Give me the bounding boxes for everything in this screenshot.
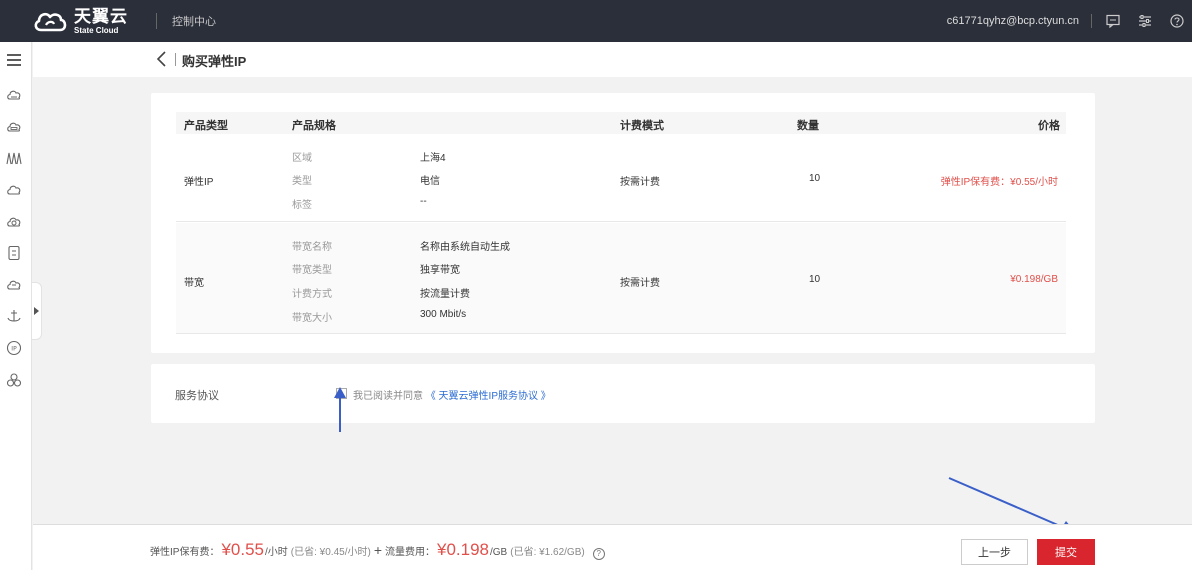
- fee-summary: 弹性IP保有费： ¥0.55 /小时 (已省: ¥0.45/小时) + 流量费用…: [150, 540, 605, 560]
- spec-key: 标签: [292, 200, 312, 211]
- spec-value: --: [420, 196, 427, 207]
- table-row: 弹性IP 区域 上海4 类型 电信 标签 -- 按需计费 10 弹性IP保有费：…: [176, 134, 1066, 222]
- spec-key: 带宽大小: [292, 313, 332, 324]
- col-product-type: 产品类型: [184, 120, 228, 132]
- spec-value: 电信: [420, 176, 440, 187]
- table-header: 产品类型 产品规格 计费模式 数量 价格: [176, 112, 1066, 134]
- spec-key: 区域: [292, 153, 312, 164]
- agreement-link[interactable]: 《 天翼云弹性IP服务协议 》: [426, 391, 551, 402]
- agreement-statement: 我已阅读并同意: [353, 391, 423, 402]
- sidebar-collapse-handle[interactable]: [32, 282, 42, 340]
- product-type: 弹性IP: [184, 177, 214, 188]
- page-header: 购买弹性IP: [33, 42, 1192, 77]
- col-price: 价格: [1038, 120, 1060, 132]
- cloud-service-icon[interactable]: [6, 277, 22, 293]
- ip-fee-value: ¥0.55: [221, 540, 264, 559]
- chevron-right-icon: [34, 307, 39, 315]
- spec-key: 带宽名称: [292, 242, 332, 253]
- agreement-text: 我已阅读并同意 《 天翼云弹性IP服务协议 》: [353, 387, 551, 402]
- left-sidebar: IP: [0, 42, 32, 570]
- user-account[interactable]: c61771qyhz@bcp.ctyun.cn: [947, 15, 1079, 27]
- submit-button[interactable]: 提交: [1037, 539, 1095, 565]
- spec-value: 按流量计费: [420, 289, 470, 300]
- cloud-logo-icon: [34, 12, 67, 32]
- anchor-icon[interactable]: [6, 309, 22, 325]
- traffic-fee-unit: /GB: [490, 547, 508, 558]
- console-link[interactable]: 控制中心: [172, 13, 216, 29]
- cloud-upload-icon[interactable]: [6, 214, 22, 230]
- spec-key: 计费方式: [292, 289, 332, 300]
- checkout-bar: 弹性IP保有费： ¥0.55 /小时 (已省: ¥0.45/小时) + 流量费用…: [33, 524, 1192, 570]
- traffic-fee-value: ¥0.198: [437, 540, 489, 559]
- cluster-icon[interactable]: [6, 372, 22, 388]
- help-icon[interactable]: [1168, 12, 1186, 30]
- quantity: 10: [809, 173, 821, 184]
- service-agreement-card: 服务协议 我已阅读并同意 《 天翼云弹性IP服务协议 》: [151, 364, 1095, 423]
- back-arrow-icon[interactable]: [155, 50, 169, 68]
- quantity: 10: [809, 274, 821, 285]
- agreement-label: 服务协议: [175, 390, 219, 402]
- billing-mode: 按需计费: [620, 177, 660, 188]
- billing-mode: 按需计费: [620, 278, 660, 289]
- page-title: 购买弹性IP: [182, 54, 247, 69]
- topbar-separator: [1091, 14, 1092, 28]
- svg-text:IP: IP: [11, 346, 17, 353]
- traffic-fee-saved: (已省: ¥1.62/GB): [510, 547, 585, 558]
- header-separator: [175, 53, 176, 66]
- storage-icon[interactable]: [6, 245, 22, 261]
- spec-key: 类型: [292, 176, 312, 187]
- spec-value: 独享带宽: [420, 265, 460, 276]
- logo-subtitle: State Cloud: [74, 25, 119, 35]
- ip-fee-unit: /小时: [265, 547, 288, 558]
- previous-step-button[interactable]: 上一步: [961, 539, 1028, 565]
- spec-value: 名称由系统自动生成: [420, 242, 510, 253]
- network-icon[interactable]: [6, 150, 22, 166]
- cloud-disk-icon[interactable]: [6, 119, 22, 135]
- ip-icon[interactable]: IP: [6, 340, 22, 356]
- top-navigation-bar: 天翼云 State Cloud 控制中心 c61771qyhz@bcp.ctyu…: [0, 0, 1192, 42]
- col-quantity: 数量: [797, 120, 819, 132]
- ip-fee-saved: (已省: ¥0.45/小时): [290, 547, 371, 558]
- spec-value: 上海4: [420, 153, 446, 164]
- annotation-arrow-up: [334, 387, 346, 432]
- price: 弹性IP保有费：¥0.55/小时: [940, 177, 1058, 188]
- ctyun-logo[interactable]: 天翼云 State Cloud: [32, 0, 128, 42]
- price: ¥0.198/GB: [1010, 274, 1058, 285]
- settings-icon[interactable]: [1136, 12, 1154, 30]
- order-details-card: 产品类型 产品规格 计费模式 数量 价格 弹性IP 区域 上海4 类型 电信 标…: [151, 93, 1095, 353]
- traffic-fee-label: 流量费用：: [385, 547, 435, 558]
- topbar-divider: [156, 13, 157, 29]
- menu-icon[interactable]: [6, 52, 22, 68]
- spec-value: 300 Mbit/s: [420, 309, 467, 320]
- col-product-spec: 产品规格: [292, 120, 336, 132]
- col-billing-mode: 计费模式: [620, 120, 664, 132]
- ip-fee-label: 弹性IP保有费：: [150, 547, 220, 558]
- fee-help-icon[interactable]: ?: [592, 548, 605, 560]
- plus-sign: +: [373, 542, 382, 558]
- cloud-icon[interactable]: [6, 182, 22, 198]
- spec-key: 带宽类型: [292, 265, 332, 276]
- message-icon[interactable]: [1104, 12, 1122, 30]
- product-type: 带宽: [184, 278, 204, 289]
- table-row: 带宽 带宽名称 名称由系统自动生成 带宽类型 独享带宽 计费方式 按流量计费 带…: [176, 223, 1066, 334]
- cloud-server-icon[interactable]: [6, 87, 22, 103]
- logo-title: 天翼云: [74, 6, 128, 26]
